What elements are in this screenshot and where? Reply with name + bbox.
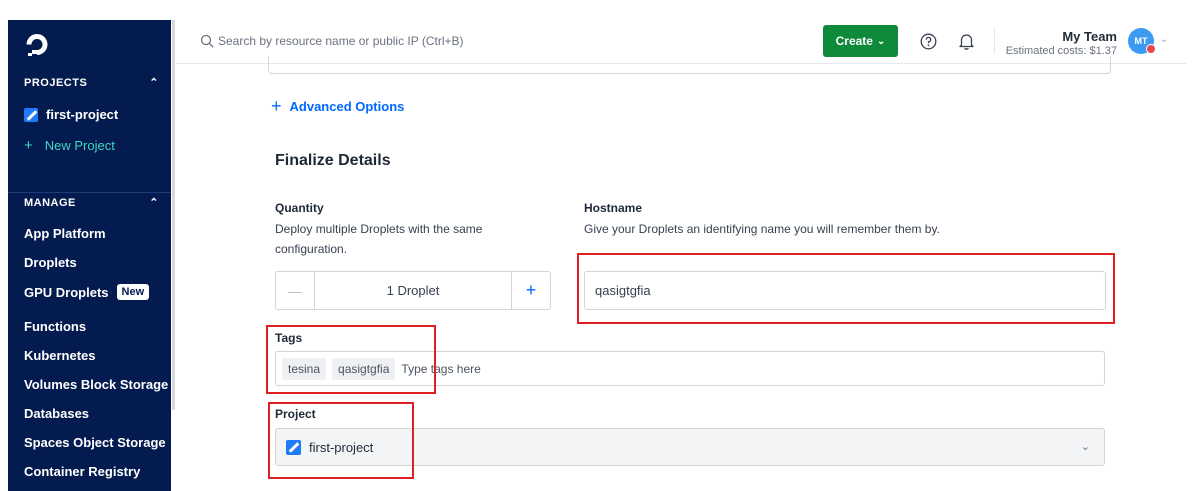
- plus-icon: +: [271, 96, 282, 116]
- quantity-label: Quantity: [275, 201, 324, 215]
- chevron-up-icon: ⌃: [149, 197, 159, 209]
- sidebar-item-label: Volumes Block Storage: [24, 377, 169, 392]
- project-select[interactable]: first-project ⌄: [275, 428, 1105, 466]
- help-icon[interactable]: [920, 33, 937, 50]
- manage-heading-label: MANAGE: [24, 196, 76, 209]
- sidebar-item-spaces[interactable]: Spaces Object Storage: [24, 435, 166, 450]
- sidebar-divider: [8, 192, 171, 193]
- quantity-value[interactable]: 1 Droplet: [315, 272, 511, 309]
- section-title: Finalize Details: [275, 152, 391, 169]
- project-icon: [286, 439, 301, 455]
- sidebar-item-label: first-project: [46, 107, 119, 122]
- project-icon: [24, 107, 38, 122]
- create-button[interactable]: Create ⌄: [823, 25, 898, 57]
- chevron-down-icon: ⌄: [1080, 441, 1090, 453]
- new-badge: New: [116, 284, 150, 300]
- advanced-options-label: Advanced Options: [289, 98, 405, 114]
- hostname-input[interactable]: [584, 271, 1106, 310]
- quantity-value-text: 1 Droplet: [386, 283, 440, 298]
- sidebar-item-gpu-droplets[interactable]: GPU Droplets New: [24, 284, 150, 300]
- manage-heading[interactable]: MANAGE ⌃: [24, 196, 159, 210]
- avatar-initials: MT: [1134, 36, 1148, 46]
- avatar-status-icon: [1146, 44, 1156, 54]
- sidebar-item-label: Droplets: [24, 255, 77, 270]
- tags-placeholder: Type tags here: [401, 361, 481, 376]
- sidebar-item-label: Databases: [24, 406, 90, 421]
- sidebar-item-first-project[interactable]: first-project: [24, 107, 118, 122]
- tags-input[interactable]: tesina qasigtgfia Type tags here: [275, 351, 1105, 386]
- bell-icon[interactable]: [958, 32, 975, 50]
- search-icon: [200, 34, 214, 48]
- hostname-label: Hostname: [584, 201, 643, 215]
- sidebar-item-label: Container Registry: [24, 464, 141, 479]
- sidebar: PROJECTS ⌃ first-project + New Project M…: [8, 20, 171, 491]
- sidebar-scrollbar[interactable]: [172, 20, 175, 410]
- decrement-button[interactable]: —: [276, 272, 315, 309]
- projects-heading-label: PROJECTS: [24, 76, 88, 89]
- sidebar-item-label: GPU Droplets: [24, 284, 109, 300]
- project-label: Project: [275, 407, 316, 421]
- plus-icon: +: [525, 280, 537, 300]
- chevron-down-icon: ⌄: [876, 35, 886, 47]
- main-content: + Advanced Options Finalize Details Quan…: [176, 56, 1186, 491]
- tags-label: Tags: [275, 331, 303, 345]
- chevron-up-icon: ⌃: [149, 77, 159, 89]
- tag-chip[interactable]: tesina: [282, 357, 327, 380]
- sidebar-item-label: Functions: [24, 319, 87, 334]
- tag-chip[interactable]: qasigtgfia: [332, 357, 396, 380]
- project-selected-value: first-project: [309, 439, 374, 455]
- search-input[interactable]: [218, 30, 638, 52]
- new-project-label: New Project: [44, 138, 115, 153]
- sidebar-item-volumes[interactable]: Volumes Block Storage: [24, 377, 168, 392]
- chevron-down-icon[interactable]: ⌄: [1160, 34, 1168, 45]
- projects-heading[interactable]: PROJECTS ⌃: [24, 76, 159, 90]
- plus-icon: +: [24, 137, 33, 154]
- sidebar-item-label: App Platform: [24, 226, 106, 241]
- hostname-help: Give your Droplets an identifying name y…: [584, 222, 940, 236]
- increment-button[interactable]: +: [511, 272, 550, 309]
- quantity-stepper: — 1 Droplet +: [275, 271, 551, 310]
- topbar-divider: [994, 28, 995, 54]
- minus-icon: —: [288, 282, 302, 299]
- sidebar-item-databases[interactable]: Databases: [24, 406, 89, 421]
- sidebar-item-kubernetes[interactable]: Kubernetes: [24, 348, 96, 363]
- sidebar-item-label: Kubernetes: [24, 348, 96, 363]
- sidebar-item-functions[interactable]: Functions: [24, 319, 86, 334]
- sidebar-item-label: Spaces Object Storage: [24, 435, 166, 450]
- sidebar-item-container-registry[interactable]: Container Registry: [24, 464, 140, 479]
- new-project-link[interactable]: + New Project: [24, 137, 115, 154]
- quantity-help: Deploy multiple Droplets with the same c…: [275, 222, 483, 256]
- team-name[interactable]: My Team: [1062, 29, 1117, 44]
- advanced-options-link[interactable]: + Advanced Options: [271, 97, 404, 115]
- previous-field-edge: [268, 56, 1111, 74]
- digitalocean-logo-icon[interactable]: [22, 30, 52, 60]
- create-button-label: Create: [835, 34, 873, 48]
- sidebar-item-app-platform[interactable]: App Platform: [24, 226, 106, 241]
- sidebar-item-droplets[interactable]: Droplets: [24, 255, 77, 270]
